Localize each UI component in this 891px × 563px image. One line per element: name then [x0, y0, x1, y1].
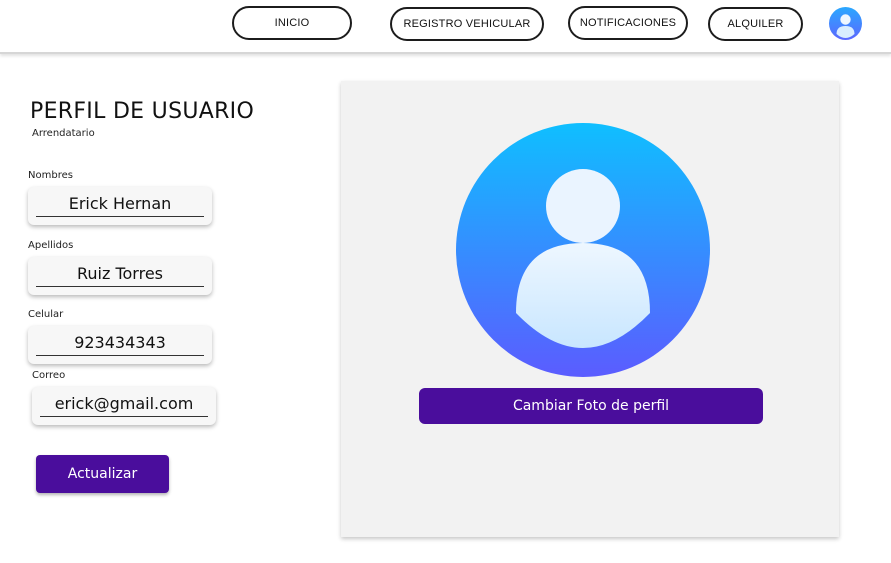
celular-field-box: [28, 326, 212, 364]
top-navbar: INICIO REGISTRO VEHICULAR NOTIFICACIONES…: [0, 0, 891, 54]
correo-input[interactable]: [40, 391, 208, 417]
user-role-label: Arrendatario: [32, 128, 95, 139]
nav-notificaciones-button[interactable]: NOTIFICACIONES: [568, 6, 688, 40]
cambiar-foto-button[interactable]: Cambiar Foto de perfil: [419, 388, 763, 424]
apellidos-field-box: [28, 257, 212, 295]
nav-registro-vehicular-button[interactable]: REGISTRO VEHICULAR: [390, 7, 544, 41]
profile-avatar-icon: [456, 123, 710, 377]
correo-field-box: [32, 387, 216, 425]
profile-photo-panel: Cambiar Foto de perfil: [341, 81, 839, 537]
actualizar-button[interactable]: Actualizar: [36, 455, 169, 493]
apellidos-input[interactable]: [36, 261, 204, 287]
celular-label: Celular: [28, 309, 64, 320]
nombres-field-box: [28, 187, 212, 225]
nombres-input[interactable]: [36, 191, 204, 217]
correo-label: Correo: [32, 370, 66, 381]
user-avatar-icon[interactable]: [829, 7, 862, 40]
nav-inicio-button[interactable]: INICIO: [232, 6, 352, 40]
nombres-label: Nombres: [28, 170, 73, 181]
page-title: PERFIL DE USUARIO: [30, 99, 255, 124]
celular-input[interactable]: [36, 330, 204, 356]
nav-alquiler-button[interactable]: ALQUILER: [708, 7, 803, 41]
apellidos-label: Apellidos: [28, 240, 74, 251]
